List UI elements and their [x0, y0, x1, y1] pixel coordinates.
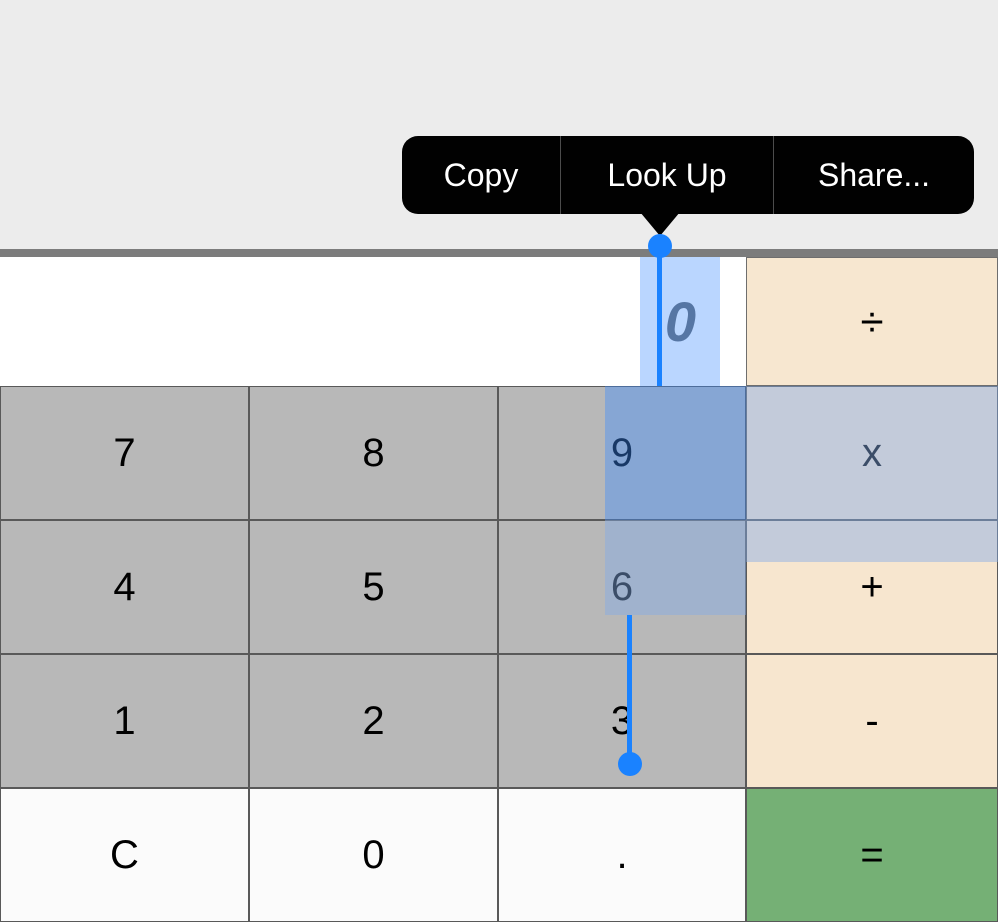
display-cell[interactable]: 0: [0, 257, 746, 386]
decimal-button[interactable]: .: [498, 788, 746, 922]
plus-button[interactable]: +: [746, 520, 998, 654]
key-4[interactable]: 4: [0, 520, 249, 654]
multiply-button[interactable]: x: [746, 386, 998, 520]
equals-button[interactable]: =: [746, 788, 998, 922]
context-menu-arrow-icon: [640, 212, 680, 236]
keypad: 7 8 9 x 4 5 6 + 1 2 3 - C 0 . =: [0, 386, 998, 922]
key-9[interactable]: 9: [498, 386, 746, 520]
key-6[interactable]: 6: [498, 520, 746, 654]
display-value: 0: [665, 289, 696, 354]
key-7[interactable]: 7: [0, 386, 249, 520]
clear-button[interactable]: C: [0, 788, 249, 922]
display-row: 0 ÷: [0, 257, 998, 386]
context-menu-share[interactable]: Share...: [774, 136, 974, 214]
context-menu: Copy Look Up Share...: [402, 136, 974, 214]
minus-button[interactable]: -: [746, 654, 998, 788]
context-menu-copy[interactable]: Copy: [402, 136, 560, 214]
key-1[interactable]: 1: [0, 654, 249, 788]
key-2[interactable]: 2: [249, 654, 498, 788]
key-0[interactable]: 0: [249, 788, 498, 922]
separator: [0, 249, 998, 257]
context-menu-lookup[interactable]: Look Up: [561, 136, 773, 214]
key-5[interactable]: 5: [249, 520, 498, 654]
key-8[interactable]: 8: [249, 386, 498, 520]
divide-button[interactable]: ÷: [746, 257, 998, 386]
key-3[interactable]: 3: [498, 654, 746, 788]
